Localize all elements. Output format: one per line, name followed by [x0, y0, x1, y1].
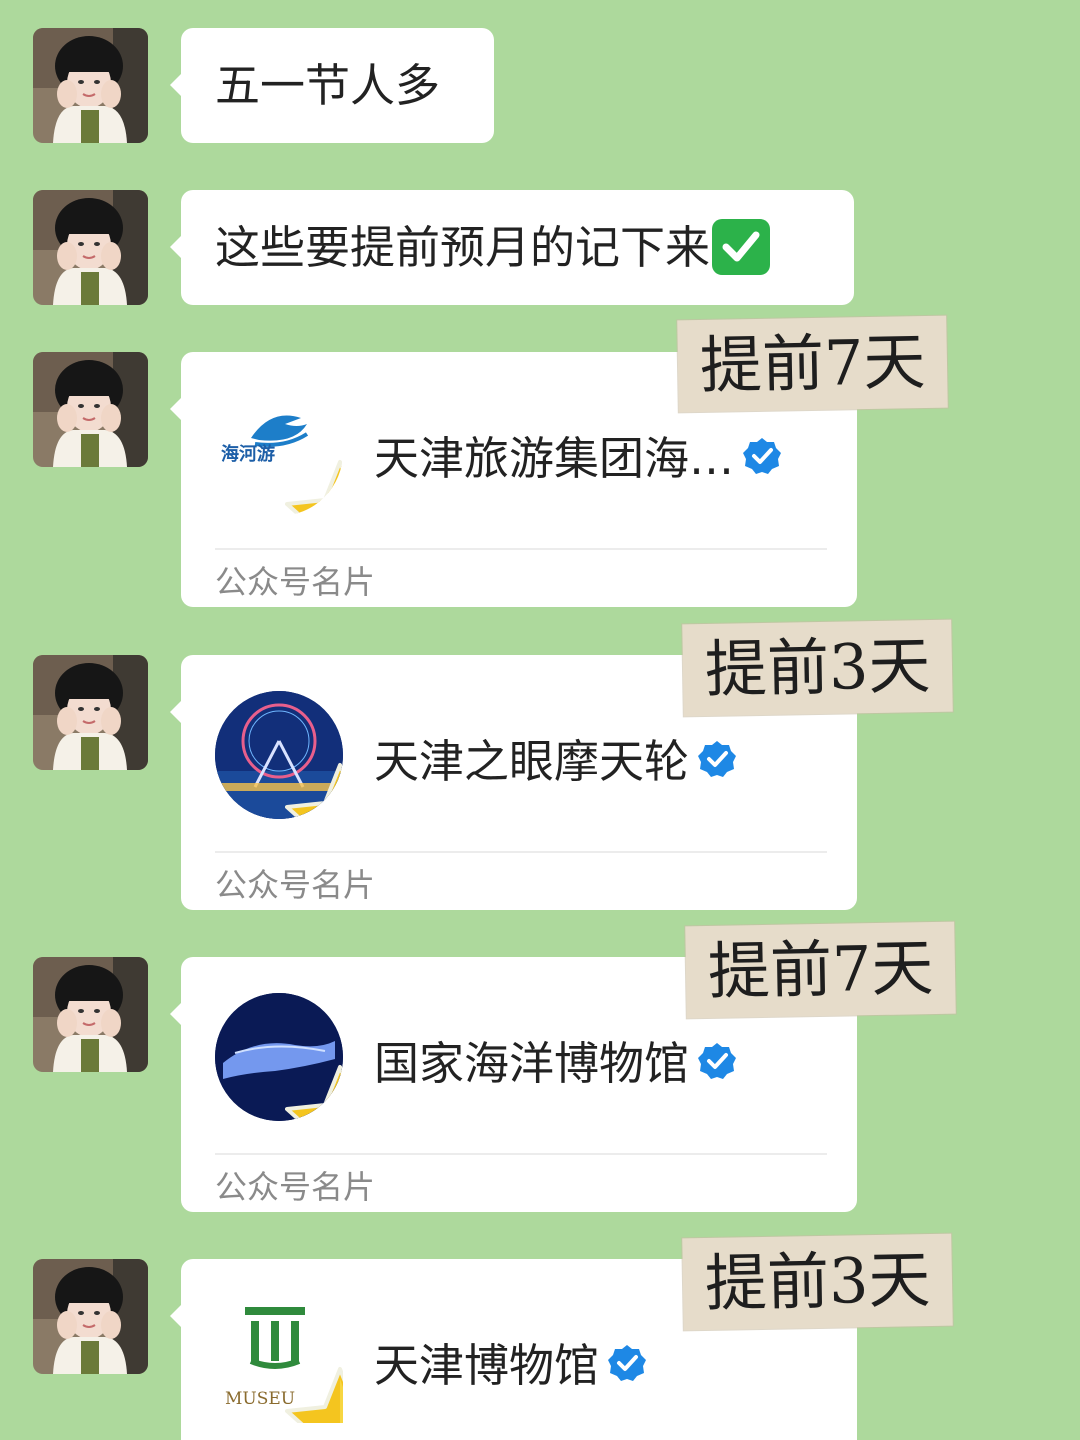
tag-note: 提前3天: [682, 619, 954, 717]
account-logo: 海河游: [215, 388, 343, 516]
account-logo: [215, 993, 343, 1121]
avatar[interactable]: [33, 190, 148, 305]
tag-note: 提前3天: [682, 1233, 954, 1331]
star-sticker-icon: [285, 1365, 343, 1423]
card-title: 天津博物馆: [374, 1339, 600, 1392]
tag-note: 提前7天: [685, 921, 957, 1019]
star-sticker-icon: [285, 458, 343, 516]
check-mark-emoji-icon: [712, 219, 771, 275]
card-type-label: 公众号名片: [215, 866, 376, 904]
verified-badge-icon: [742, 436, 782, 476]
message-text: 五一节人多: [215, 59, 441, 112]
verified-badge-icon: [607, 1343, 647, 1383]
divider: [215, 1153, 827, 1155]
avatar[interactable]: [33, 1259, 148, 1374]
message-bubble[interactable]: 这些要提前预月的记下来: [170, 190, 854, 305]
card-type-label: 公众号名片: [215, 563, 376, 601]
avatar[interactable]: [33, 655, 148, 770]
avatar[interactable]: [33, 28, 148, 143]
verified-badge-icon: [697, 1041, 737, 1081]
divider: [215, 548, 827, 550]
avatar[interactable]: [33, 957, 148, 1072]
card-type-label: 公众号名片: [215, 1168, 376, 1206]
message-bubble[interactable]: 五一节人多: [170, 28, 494, 143]
card-title: 国家海洋博物馆: [374, 1037, 690, 1090]
verified-badge-icon: [697, 739, 737, 779]
message-text: 这些要提前预月的记下来: [215, 221, 711, 274]
divider: [215, 851, 827, 853]
tag-note: 提前7天: [677, 315, 949, 413]
card-title: 天津之眼摩天轮: [374, 735, 690, 788]
account-logo: [215, 691, 343, 819]
account-logo: MUSEU: [215, 1295, 343, 1423]
avatar[interactable]: [33, 352, 148, 467]
star-sticker-icon: [285, 1063, 343, 1121]
star-sticker-icon: [285, 761, 343, 819]
logo-text: 海河游: [221, 444, 275, 465]
card-title: 天津旅游集团海…: [374, 432, 735, 485]
